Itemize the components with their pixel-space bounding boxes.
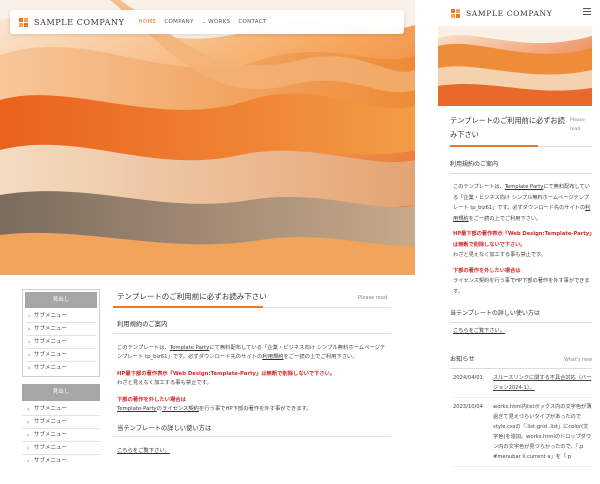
logo-square — [451, 13, 455, 18]
news-title: お知らせ — [450, 356, 475, 363]
mobile-page-title: テンプレートのご利用前に必ずお読み下さい — [450, 116, 565, 139]
sidebar-heading-1: 見出し — [25, 292, 97, 308]
text-span: わざと見えなく加工する事も禁止です。 — [453, 252, 546, 258]
warning-text: 下部の著作を外したい場合は — [117, 397, 186, 403]
page-title: テンプレートのご利用前に必ずお読み下さい — [117, 292, 267, 301]
nav-works[interactable]: WORKS — [208, 19, 230, 25]
text-span: このテンプレートは、 — [117, 345, 170, 351]
mobile-hero-image — [438, 26, 592, 106]
text-span: このテンプレートは、 — [453, 184, 505, 190]
brand-name[interactable]: SAMPLE COMPANY — [34, 18, 125, 27]
usage-link[interactable]: こちらをご覧下さい。 — [117, 448, 170, 454]
template-party-link[interactable]: Template-Party — [117, 406, 157, 412]
sidebar-box-2: 見出し サブメニュー サブメニュー サブメニュー サブメニュー サブメニュー — [22, 384, 100, 468]
news-item: 2023/10/04 works.html内listボックス内の文字色が薄過ぎて… — [453, 402, 592, 467]
logo-square — [456, 8, 460, 13]
license-link[interactable]: ライセンス契約 — [162, 406, 199, 412]
text-span: わざと見えなく加工する事も禁止です。 — [117, 380, 212, 386]
main-content: テンプレートのご利用前に必ずお読み下さい Please read 利用規約のご案… — [113, 289, 391, 456]
mobile-page-title-sub: Please read — [570, 118, 585, 132]
template-party-link[interactable]: Template Party — [170, 345, 209, 351]
sidebar-box-1: 見出し サブメニュー サブメニュー サブメニュー サブメニュー サブメニュー — [22, 289, 100, 377]
mobile-preview: SAMPLE COMPANY テンプレートのご利用前に必ずお読み下さい Plea… — [438, 0, 600, 484]
submenu-item[interactable]: サブメニュー — [26, 323, 96, 336]
submenu-item[interactable]: サブメニュー — [26, 336, 96, 349]
logo-square — [451, 8, 455, 13]
submenu-item[interactable]: サブメニュー — [26, 362, 96, 375]
text-span: をご一読の上でご利用下さい。 — [283, 354, 358, 360]
mobile-license-paragraph: 下部の著作を外したい場合は ライセンス契約を行う事でHP下部の著作を外す事ができ… — [453, 266, 592, 298]
hamburger-bar — [583, 14, 591, 15]
chevron-down-icon[interactable]: ⌄ — [202, 19, 207, 25]
main-nav: HOME COMPANY ⌄ WORKS CONTACT — [139, 19, 275, 25]
main-heading-row: テンプレートのご利用前に必ずお読み下さい Please read — [113, 289, 391, 308]
mobile-header: SAMPLE COMPANY — [438, 0, 600, 26]
top-navbar: SAMPLE COMPANY HOME COMPANY ⌄ WORKS CONT… — [10, 10, 404, 34]
logo-square — [19, 17, 23, 22]
news-text: works.html内listボックス内の文字色が薄過ぎて見えづらいタイプがあっ… — [493, 404, 592, 460]
news-subtitle: What's new — [564, 358, 592, 363]
terms-paragraph: このテンプレートは、Template Partyにて無料配布している「企業・ビジ… — [113, 344, 391, 362]
warning-text: 下部の著作を外したい場合は — [453, 267, 521, 274]
credit-paragraph: HP最下部の著作表示『Web Design:Template-Party』は無断… — [113, 370, 391, 388]
mobile-hero-wave-art — [438, 26, 592, 106]
brand-name[interactable]: SAMPLE COMPANY — [466, 9, 552, 18]
warning-text: HP最下部の著作表示『Web Design:Template-Party』は無断… — [453, 231, 592, 248]
sidebar: 見出し サブメニュー サブメニュー サブメニュー サブメニュー サブメニュー 見… — [22, 289, 100, 475]
terms-link[interactable]: 利用規約 — [262, 354, 283, 360]
nav-contact[interactable]: CONTACT — [238, 19, 266, 25]
news-date: 2024/04/01 — [453, 375, 483, 381]
submenu-item[interactable]: サブメニュー — [26, 310, 96, 323]
mobile-terms-paragraph: このテンプレートは、Template Partyにて無料配布している「企業・ビジ… — [453, 182, 592, 224]
license-paragraph: 下部の著作を外したい場合は Template-Partyのライセンス契約を行う事… — [113, 396, 391, 414]
hero-wave-art — [0, 0, 415, 275]
section-heading-usage: 当テンプレートの詳しい使い方は — [113, 414, 391, 437]
sidebar-heading-2: 見出し — [22, 384, 100, 401]
company-logo-icon[interactable] — [19, 17, 28, 27]
logo-square — [24, 17, 28, 22]
nav-company[interactable]: COMPANY — [164, 19, 193, 25]
page-title-sub: Please read — [357, 295, 387, 301]
section-heading-terms: 利用規約のご案内 — [113, 308, 391, 334]
submenu-list-2: サブメニュー サブメニュー サブメニュー サブメニュー サブメニュー — [22, 403, 100, 468]
hamburger-menu-icon[interactable] — [583, 8, 591, 17]
submenu-item[interactable]: サブメニュー — [26, 349, 96, 362]
news-date: 2023/10/04 — [453, 404, 483, 410]
hamburger-bar — [583, 8, 591, 9]
submenu-item[interactable]: サブメニュー — [22, 403, 100, 416]
mobile-section-heading-terms: 利用規約のご案内 — [450, 159, 592, 174]
submenu-item[interactable]: サブメニュー — [22, 442, 100, 455]
submenu-item[interactable]: サブメニュー — [22, 455, 100, 468]
news-heading-row: お知らせ What's new — [450, 354, 592, 369]
logo-square — [24, 22, 28, 27]
submenu-item[interactable]: サブメニュー — [22, 429, 100, 442]
mobile-section-heading-usage: 当テンプレートの詳しい使い方は — [450, 308, 592, 323]
logo-square — [19, 22, 23, 27]
submenu-list-1: サブメニュー サブメニュー サブメニュー サブメニュー サブメニュー — [23, 310, 99, 376]
text-span: ライセンス契約を行う事でHP下部の著作を外す事ができます。 — [453, 278, 590, 295]
submenu-item[interactable]: サブメニュー — [22, 416, 100, 429]
usage-paragraph: こちらをご覧下さい。 — [113, 447, 391, 456]
text-span: を行う事でHP下部の著作を外す事ができます。 — [198, 406, 312, 412]
mobile-credit-paragraph: HP最下部の著作表示『Web Design:Template-Party』は無断… — [453, 229, 592, 261]
text-span: をご一読の上でご利用下さい。 — [468, 215, 542, 222]
logo-square — [456, 13, 460, 18]
news-item: 2024/04/01 スルースリンクに関する不具合対応（バージョン2024-1）… — [453, 373, 592, 398]
hamburger-bar — [583, 11, 591, 12]
template-party-link[interactable]: Template Party — [505, 184, 544, 190]
news-link[interactable]: スルースリンクに関する不具合対応（バージョン2024-1）。 — [493, 373, 592, 393]
mobile-title-row: テンプレートのご利用前に必ずお読み下さい Please read — [450, 114, 592, 147]
mobile-usage-link[interactable]: こちらをご覧下さい。 — [453, 327, 592, 334]
hero-image — [0, 0, 415, 275]
nav-home[interactable]: HOME — [139, 19, 157, 25]
company-logo-icon[interactable] — [451, 8, 460, 18]
warning-text: HP最下部の著作表示『Web Design:Template-Party』は無断… — [117, 371, 336, 377]
desktop-preview: SAMPLE COMPANY HOME COMPANY ⌄ WORKS CONT… — [0, 0, 415, 484]
